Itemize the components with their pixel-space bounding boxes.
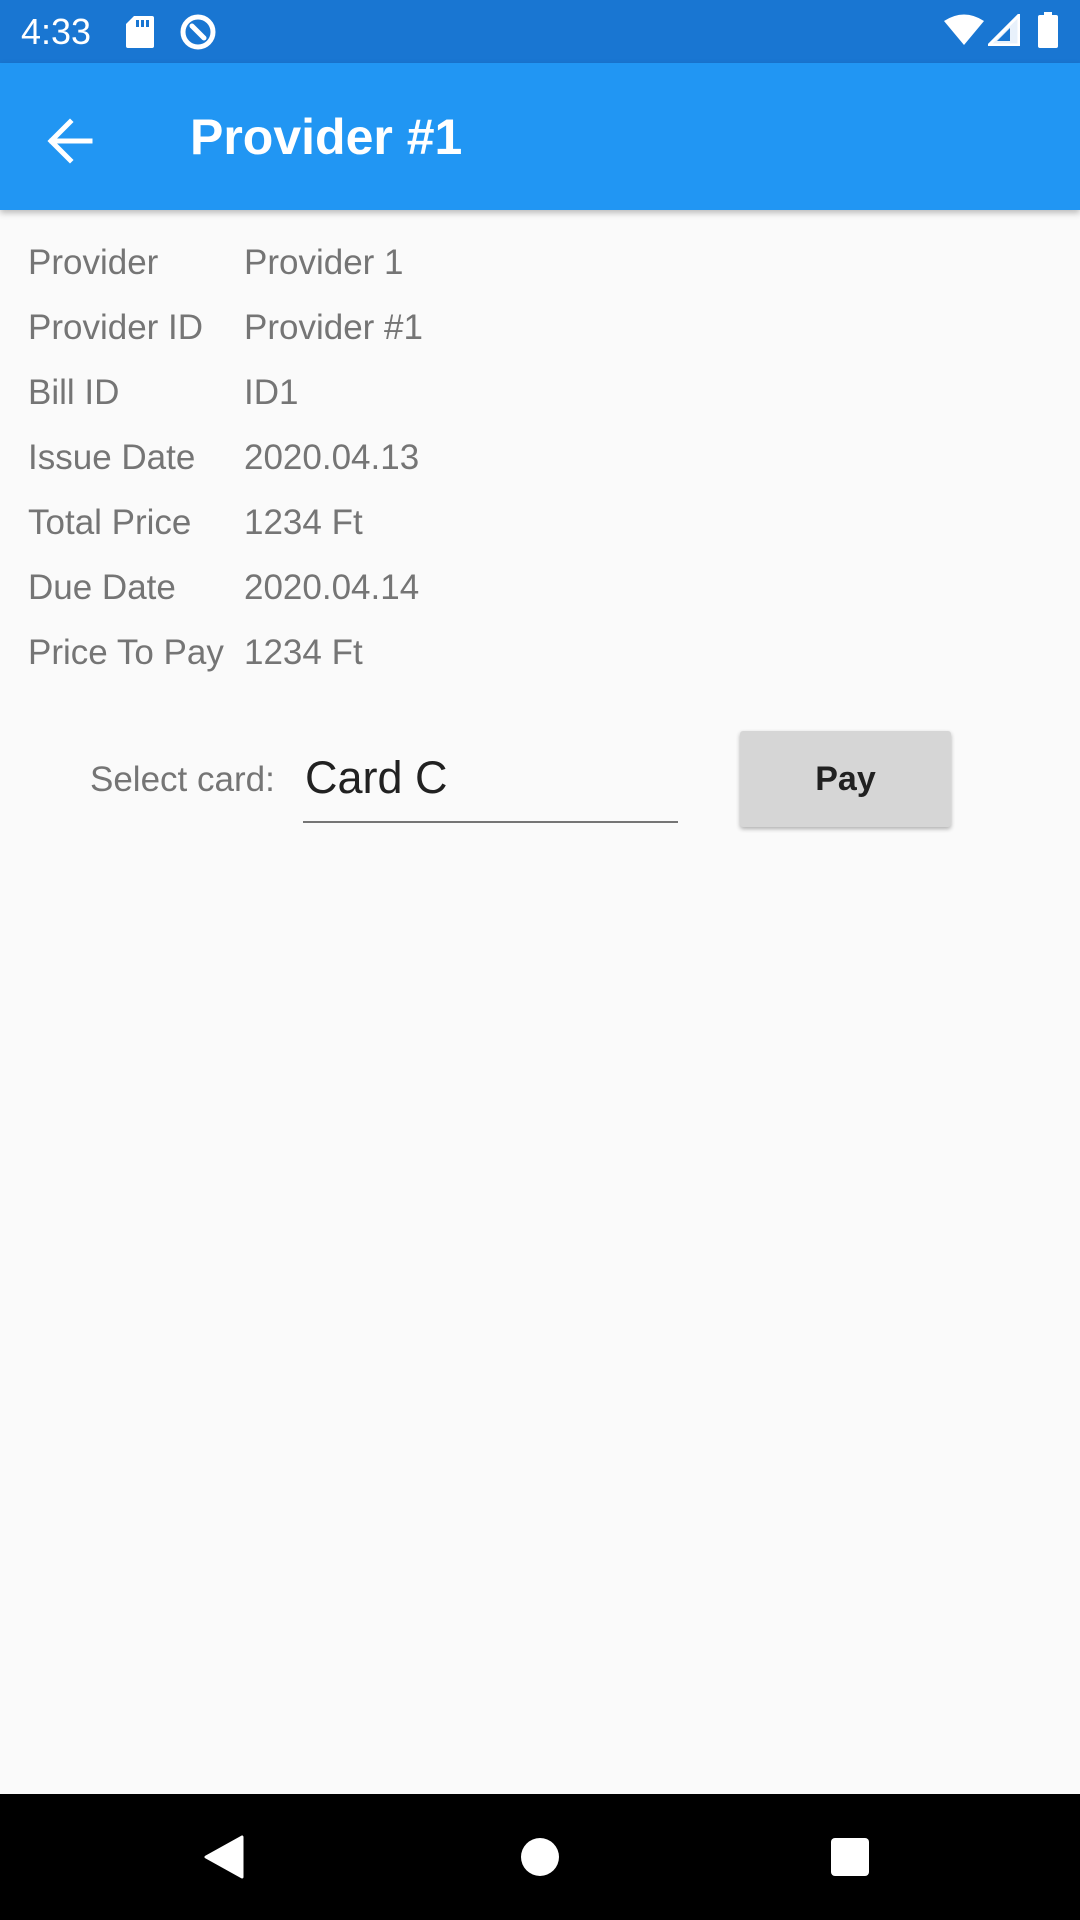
pay-button[interactable]: Pay — [740, 731, 951, 827]
recents-square-icon[interactable] — [830, 1837, 870, 1877]
detail-value: ID1 — [244, 373, 299, 412]
detail-label: Provider — [28, 243, 159, 282]
page-title: Provider #1 — [190, 109, 463, 165]
detail-label: Issue Date — [28, 438, 196, 477]
detail-value: Provider #1 — [244, 308, 423, 347]
detail-label: Total Price — [28, 503, 192, 542]
wifi-icon — [944, 14, 984, 45]
status-time: 4:33 — [21, 11, 92, 52]
card-picker[interactable]: Card C — [303, 745, 678, 823]
data-saver-icon — [180, 14, 216, 50]
status-bar: 4:33 — [0, 0, 1080, 63]
card-picker-value: Card C — [305, 752, 448, 803]
detail-label: Provider ID — [28, 308, 204, 347]
back-triangle-icon[interactable] — [204, 1835, 244, 1879]
detail-label: Price To Pay — [28, 633, 224, 672]
pay-button-label: Pay — [815, 760, 876, 798]
battery-icon — [1038, 12, 1058, 48]
cell-signal-icon — [988, 14, 1020, 46]
select-card-label: Select card: — [90, 760, 275, 799]
app-bar: Provider #1 — [0, 63, 1080, 210]
back-button[interactable] — [30, 99, 114, 183]
home-circle-icon[interactable] — [520, 1837, 560, 1877]
screen: 4:33 Provider #1 Provider Provider 1 Pro… — [0, 0, 1080, 1920]
detail-value: Provider 1 — [244, 243, 404, 282]
sd-card-icon — [126, 16, 154, 48]
detail-value: 2020.04.13 — [244, 438, 420, 477]
arrow-back-icon — [47, 118, 93, 164]
detail-value: 1234 Ft — [244, 503, 363, 542]
navigation-bar — [0, 1794, 1080, 1920]
detail-label: Due Date — [28, 568, 176, 607]
detail-label: Bill ID — [28, 373, 120, 412]
detail-value: 1234 Ft — [244, 633, 363, 672]
detail-value: 2020.04.14 — [244, 568, 420, 607]
